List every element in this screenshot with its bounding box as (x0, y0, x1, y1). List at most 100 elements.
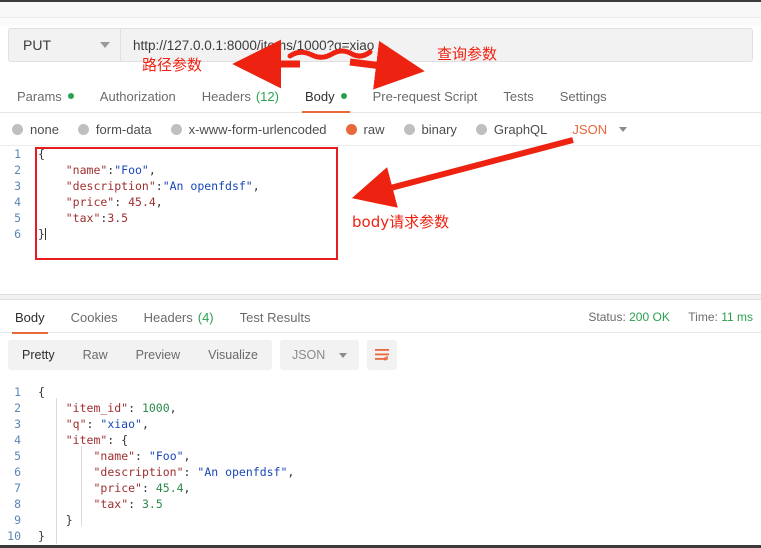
response-tab-headers-count: (4) (198, 310, 214, 325)
code-text: } (30, 529, 45, 543)
response-format-value: JSON (292, 348, 325, 362)
wrap-lines-button[interactable] (367, 340, 397, 370)
response-tab-test-results[interactable]: Test Results (227, 301, 324, 334)
radio-icon-urlencoded (171, 124, 182, 135)
code-text: "q": "xiao", (30, 417, 149, 431)
raw-format-select[interactable]: JSON (572, 122, 627, 137)
body-type-graphql-label: GraphQL (494, 122, 547, 137)
params-indicator-dot (68, 93, 74, 99)
code-text: { (30, 385, 45, 399)
status-label: Status: (588, 310, 625, 324)
code-text: "name":"Foo", (30, 163, 156, 177)
body-type-urlencoded[interactable]: x-www-form-urlencoded (171, 122, 327, 137)
tab-body[interactable]: Body (292, 80, 360, 113)
code-text: { (30, 147, 45, 161)
tab-settings[interactable]: Settings (547, 80, 620, 113)
tab-authorization[interactable]: Authorization (87, 80, 189, 113)
tab-pre-request-script[interactable]: Pre-request Script (360, 80, 491, 113)
response-tab-cookies[interactable]: Cookies (58, 301, 131, 334)
time-label: Time: (688, 310, 718, 324)
tab-headers-count: (12) (256, 89, 279, 104)
code-line: 1{ (0, 146, 761, 162)
response-view-mode-group: Pretty Raw Preview Visualize (8, 340, 272, 370)
code-line: 10} (0, 528, 761, 544)
chevron-down-icon (339, 353, 347, 358)
annotation-query-param: 查询参数 (437, 43, 497, 64)
code-line: 2 "item_id": 1000, (0, 400, 761, 416)
code-line: 4 "price": 45.4, (0, 194, 761, 210)
code-text: "name": "Foo", (30, 449, 190, 463)
chevron-down-icon (619, 127, 627, 132)
code-line: 8 "tax": 3.5 (0, 496, 761, 512)
code-text: "item": { (30, 433, 128, 447)
response-tab-body[interactable]: Body (2, 301, 58, 334)
response-format-select[interactable]: JSON (280, 340, 359, 370)
tab-settings-label: Settings (560, 89, 607, 104)
line-number: 6 (0, 227, 30, 241)
top-toolbar-strip (0, 2, 761, 18)
code-text: "description": "An openfdsf", (30, 465, 294, 479)
time-value: 11 ms (721, 310, 753, 324)
body-type-raw-label: raw (364, 122, 385, 137)
line-number: 8 (0, 497, 30, 511)
body-type-graphql[interactable]: GraphQL (476, 122, 547, 137)
body-type-none[interactable]: none (12, 122, 59, 137)
body-type-urlencoded-label: x-www-form-urlencoded (189, 122, 327, 137)
code-text: "tax":3.5 (30, 211, 128, 225)
code-line: 7 "price": 45.4, (0, 480, 761, 496)
line-number: 3 (0, 179, 30, 193)
code-line: 1{ (0, 384, 761, 400)
view-mode-pretty[interactable]: Pretty (8, 340, 69, 370)
response-pane-divider[interactable] (0, 294, 761, 300)
request-url-value: http://127.0.0.1:8000/items/1000?q=xiao (133, 38, 374, 53)
annotation-path-param: 路径参数 (142, 54, 202, 75)
raw-format-value: JSON (572, 122, 607, 137)
line-number: 4 (0, 433, 30, 447)
response-tab-headers[interactable]: Headers (4) (131, 301, 227, 334)
code-text: "item_id": 1000, (30, 401, 177, 415)
postman-window: PUT http://127.0.0.1:8000/items/1000?q=x… (0, 0, 761, 548)
body-indicator-dot (341, 93, 347, 99)
radio-icon-raw (346, 124, 357, 135)
body-type-raw[interactable]: raw (346, 122, 385, 137)
radio-icon-graphql (476, 124, 487, 135)
response-body-editor[interactable]: 1{2 "item_id": 1000,3 "q": "xiao",4 "ite… (0, 384, 761, 547)
http-method-value: PUT (23, 37, 51, 53)
http-method-select[interactable]: PUT (8, 28, 120, 62)
tab-authorization-label: Authorization (100, 89, 176, 104)
code-line: 3 "q": "xiao", (0, 416, 761, 432)
response-tab-test-results-label: Test Results (240, 310, 311, 325)
tab-headers[interactable]: Headers (12) (189, 80, 292, 113)
tab-params[interactable]: Params (4, 80, 87, 113)
code-line: 3 "description":"An openfdsf", (0, 178, 761, 194)
body-type-form-data[interactable]: form-data (78, 122, 152, 137)
view-mode-visualize[interactable]: Visualize (194, 340, 272, 370)
line-number: 1 (0, 385, 30, 399)
status-badge: 200 OK (629, 310, 670, 324)
body-type-radio-group: none form-data x-www-form-urlencoded raw… (0, 113, 761, 146)
body-type-binary[interactable]: binary (404, 122, 457, 137)
request-tab-bar: Params Authorization Headers (12) Body P… (0, 80, 761, 113)
tab-tests[interactable]: Tests (490, 80, 546, 113)
line-number: 2 (0, 401, 30, 415)
response-status-bar: Status: 200 OK Time: 11 ms (588, 310, 753, 324)
wrap-lines-icon (374, 348, 390, 362)
body-type-none-label: none (30, 122, 59, 137)
line-number: 4 (0, 195, 30, 209)
code-text: "price": 45.4, (30, 481, 190, 495)
body-type-form-data-label: form-data (96, 122, 152, 137)
line-number: 10 (0, 529, 30, 543)
line-number: 6 (0, 465, 30, 479)
line-number: 9 (0, 513, 30, 527)
response-view-toolbar: Pretty Raw Preview Visualize JSON (8, 340, 397, 370)
code-text: "tax": 3.5 (30, 497, 163, 511)
line-number: 2 (0, 163, 30, 177)
view-mode-raw[interactable]: Raw (69, 340, 122, 370)
code-line: 2 "name":"Foo", (0, 162, 761, 178)
code-line: 4 "item": { (0, 432, 761, 448)
code-text: } (30, 513, 73, 527)
response-body-code[interactable]: 1{2 "item_id": 1000,3 "q": "xiao",4 "ite… (0, 384, 761, 544)
view-mode-preview[interactable]: Preview (122, 340, 194, 370)
code-line: 9 } (0, 512, 761, 528)
top-spacer-strip (0, 18, 761, 26)
